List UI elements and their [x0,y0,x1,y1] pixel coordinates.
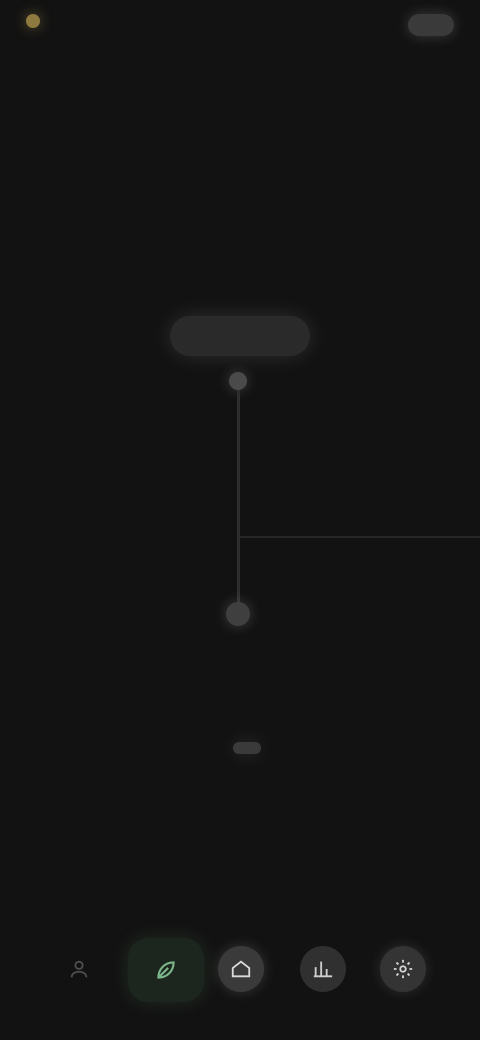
top-right-control[interactable] [398,14,454,36]
nav-person-icon[interactable] [56,946,102,992]
nav-chart-icon[interactable] [300,946,346,992]
status-indicator [26,14,50,28]
readout-row [219,742,261,754]
top-bar [0,0,480,64]
status-dot [26,14,40,28]
connector-dot-bottom[interactable] [226,602,250,626]
nav-home-icon[interactable] [218,946,264,992]
app-screen [0,0,480,1040]
flow-graph [0,300,480,660]
vertical-connector [237,390,240,605]
connector-dot-top [229,372,247,390]
readout-value [233,742,261,754]
readout [0,735,480,768]
nav-settings-icon[interactable] [380,946,426,992]
nav-leaf-icon[interactable] [128,938,204,1002]
horizontal-connector [240,536,480,538]
toggle-pill[interactable] [408,14,454,36]
bottom-navigation [0,920,480,1020]
top-node[interactable] [170,316,310,356]
